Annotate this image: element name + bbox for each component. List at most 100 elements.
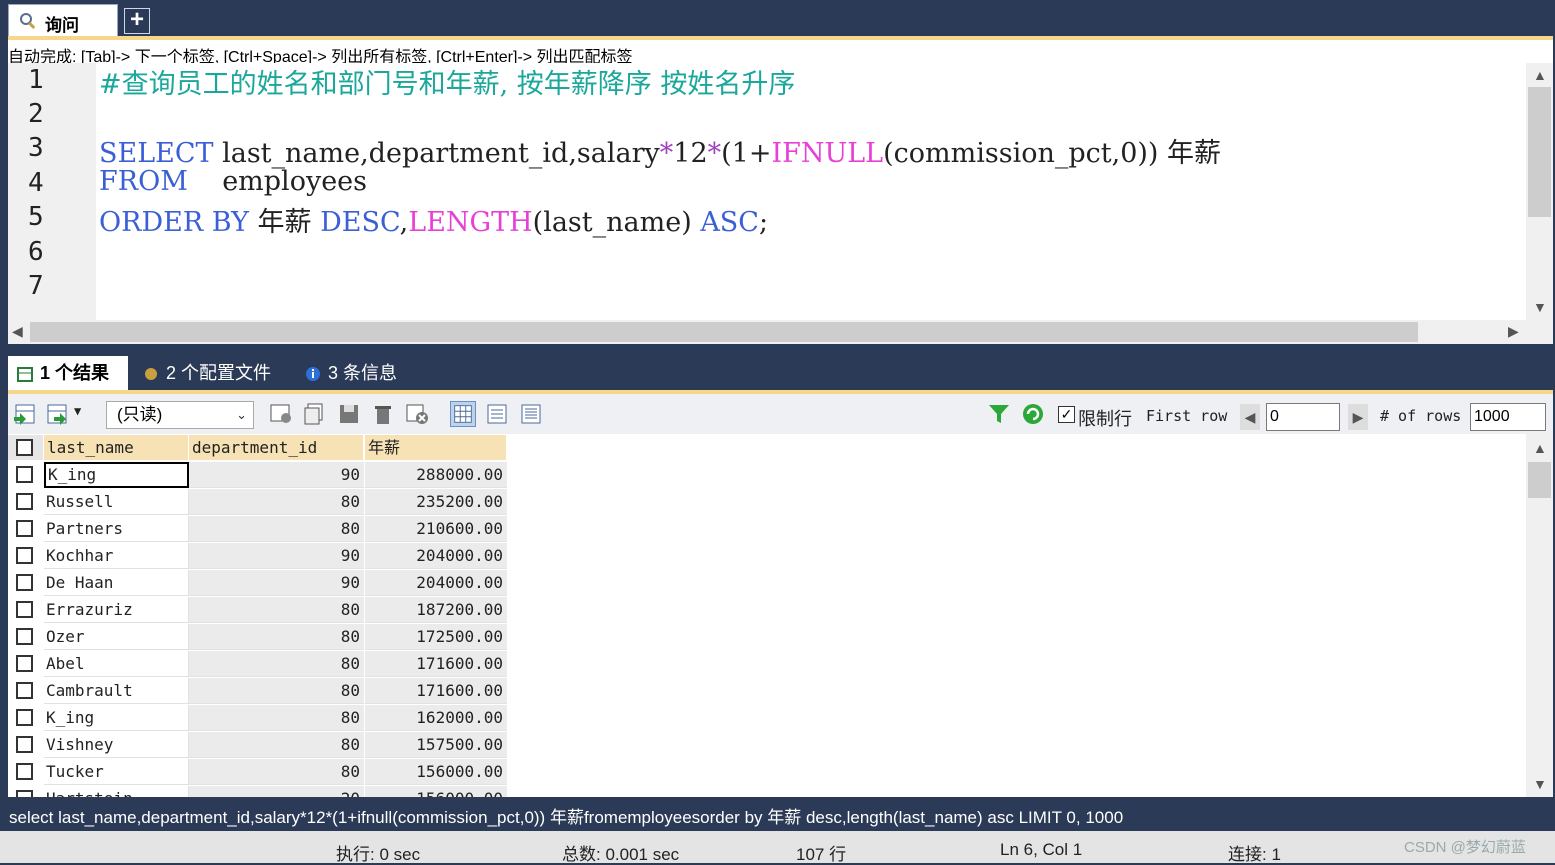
row-checkbox[interactable] — [16, 628, 33, 645]
table-cell[interactable]: 171600.00 — [365, 651, 507, 677]
table-cell[interactable]: Partners — [44, 516, 189, 542]
add-tab-button[interactable]: + — [124, 8, 150, 34]
table-cell[interactable]: Kochhar — [44, 543, 189, 569]
num-rows-input[interactable]: 1000 — [1470, 403, 1546, 431]
scroll-down-icon[interactable]: ▼ — [1533, 776, 1547, 792]
row-checkbox[interactable] — [16, 655, 33, 672]
table-cell[interactable]: 156000.00 — [365, 759, 507, 785]
table-cell[interactable]: Tucker — [44, 759, 189, 785]
table-cell[interactable]: 80 — [189, 759, 364, 785]
export-icon[interactable] — [12, 401, 38, 427]
row-checkbox[interactable] — [16, 763, 33, 780]
table-cell[interactable]: Errazuriz — [44, 597, 189, 623]
table-cell[interactable]: 171600.00 — [365, 678, 507, 704]
next-page-icon[interactable]: ▶ — [1348, 404, 1368, 430]
table-cell[interactable]: 210600.00 — [365, 516, 507, 542]
grid-scroll-thumb[interactable] — [1528, 462, 1551, 498]
table-cell[interactable]: 156000.00 — [365, 786, 507, 797]
row-checkbox[interactable] — [16, 682, 33, 699]
row-checkbox[interactable] — [16, 574, 33, 591]
readonly-dropdown[interactable]: (只读) ⌄ — [106, 401, 254, 429]
row-checkbox[interactable] — [16, 520, 33, 537]
table-cell[interactable]: 90 — [189, 462, 364, 488]
editor-hscroll-thumb[interactable] — [30, 322, 1418, 342]
import-icon[interactable] — [44, 401, 70, 427]
text-view-icon[interactable] — [518, 401, 544, 427]
row-checkbox[interactable] — [16, 493, 33, 510]
table-cell[interactable]: K_ing — [44, 705, 189, 731]
grid-view-icon[interactable] — [450, 401, 476, 427]
exec-time: 执行: 0 sec — [336, 845, 421, 864]
table-cell[interactable]: 80 — [189, 732, 364, 758]
operator: * — [707, 138, 722, 169]
row-checkbox[interactable] — [16, 601, 33, 618]
cancel-changes-icon[interactable] — [404, 401, 430, 427]
save-icon[interactable] — [336, 401, 362, 427]
row-checkbox[interactable] — [16, 709, 33, 726]
operator: * — [659, 138, 674, 169]
scroll-up-icon[interactable]: ▲ — [1533, 67, 1547, 83]
autocomplete-hint: 自动完成: [Tab]-> 下一个标签, [Ctrl+Space]-> 列出所有… — [8, 36, 1553, 66]
table-cell[interactable]: 80 — [189, 705, 364, 731]
limit-rows-checkbox[interactable]: ✓ — [1058, 406, 1075, 423]
filter-icon[interactable] — [986, 401, 1012, 427]
scroll-up-icon[interactable]: ▲ — [1533, 440, 1547, 456]
select-all-checkbox[interactable] — [16, 439, 33, 456]
table-cell[interactable]: 90 — [189, 570, 364, 596]
table-cell[interactable]: 157500.00 — [365, 732, 507, 758]
table-cell[interactable]: K_ing — [44, 462, 189, 488]
table-cell[interactable]: Hartstein — [44, 786, 189, 797]
table-cell[interactable]: Cambrault — [44, 678, 189, 704]
table-cell[interactable]: 235200.00 — [365, 489, 507, 515]
prev-page-icon[interactable]: ◀ — [1240, 404, 1260, 430]
row-checkbox[interactable] — [16, 466, 33, 483]
table-cell[interactable]: 162000.00 — [365, 705, 507, 731]
table-cell[interactable]: 187200.00 — [365, 597, 507, 623]
chevron-down-icon[interactable]: ▼ — [74, 404, 81, 418]
column-header[interactable]: department_id — [189, 435, 364, 460]
column-header[interactable]: 年薪 — [365, 435, 507, 460]
line-number: 4 — [28, 168, 44, 198]
delete-icon[interactable] — [370, 401, 396, 427]
query-tab[interactable]: 询问 — [8, 4, 118, 36]
tab-results[interactable]: 1 个结果 — [8, 356, 128, 390]
select-all-header[interactable] — [8, 435, 44, 460]
table-cell[interactable]: 204000.00 — [365, 543, 507, 569]
table-cell[interactable]: 20 — [189, 786, 364, 797]
row-checkbox[interactable] — [16, 547, 33, 564]
line-number: 1 — [28, 65, 44, 95]
tab-profiles[interactable]: 2 个配置文件 — [134, 356, 292, 390]
editor-scroll-thumb[interactable] — [1528, 87, 1551, 217]
table-cell[interactable]: 80 — [189, 597, 364, 623]
insert-row-icon[interactable] — [268, 401, 294, 427]
scroll-down-icon[interactable]: ▼ — [1533, 299, 1547, 315]
table-cell[interactable]: Ozer — [44, 624, 189, 650]
result-grid[interactable]: last_name department_id 年薪 K_ing 90 288000… — [8, 434, 1553, 797]
tab-messages[interactable]: 3 条信息 — [296, 356, 414, 390]
code-text: 12 — [673, 138, 708, 169]
table-cell[interactable]: 80 — [189, 624, 364, 650]
table-cell[interactable]: Abel — [44, 651, 189, 677]
table-cell[interactable]: 204000.00 — [365, 570, 507, 596]
sql-editor[interactable]: 1 2 3 4 5 6 7 #查询员工的姓名和部门号和年薪, 按年薪降序 按姓名… — [8, 63, 1553, 320]
table-cell[interactable]: 80 — [189, 489, 364, 515]
code-text: ; — [758, 207, 769, 238]
table-cell[interactable]: Vishney — [44, 732, 189, 758]
form-view-icon[interactable] — [484, 401, 510, 427]
scroll-left-icon[interactable]: ◀ — [12, 323, 23, 340]
table-cell[interactable]: 90 — [189, 543, 364, 569]
first-row-input[interactable]: 0 — [1266, 403, 1340, 431]
duplicate-row-icon[interactable] — [302, 401, 328, 427]
table-cell[interactable]: 80 — [189, 678, 364, 704]
refresh-icon[interactable] — [1020, 401, 1046, 427]
table-cell[interactable]: 172500.00 — [365, 624, 507, 650]
row-checkbox[interactable] — [16, 736, 33, 753]
table-cell[interactable]: 288000.00 — [365, 462, 507, 488]
row-checkbox[interactable] — [16, 790, 33, 797]
table-cell[interactable]: Russell — [44, 489, 189, 515]
scroll-right-icon[interactable]: ▶ — [1508, 323, 1519, 340]
table-cell[interactable]: 80 — [189, 516, 364, 542]
table-cell[interactable]: De Haan — [44, 570, 189, 596]
table-cell[interactable]: 80 — [189, 651, 364, 677]
column-header[interactable]: last_name — [44, 435, 189, 460]
